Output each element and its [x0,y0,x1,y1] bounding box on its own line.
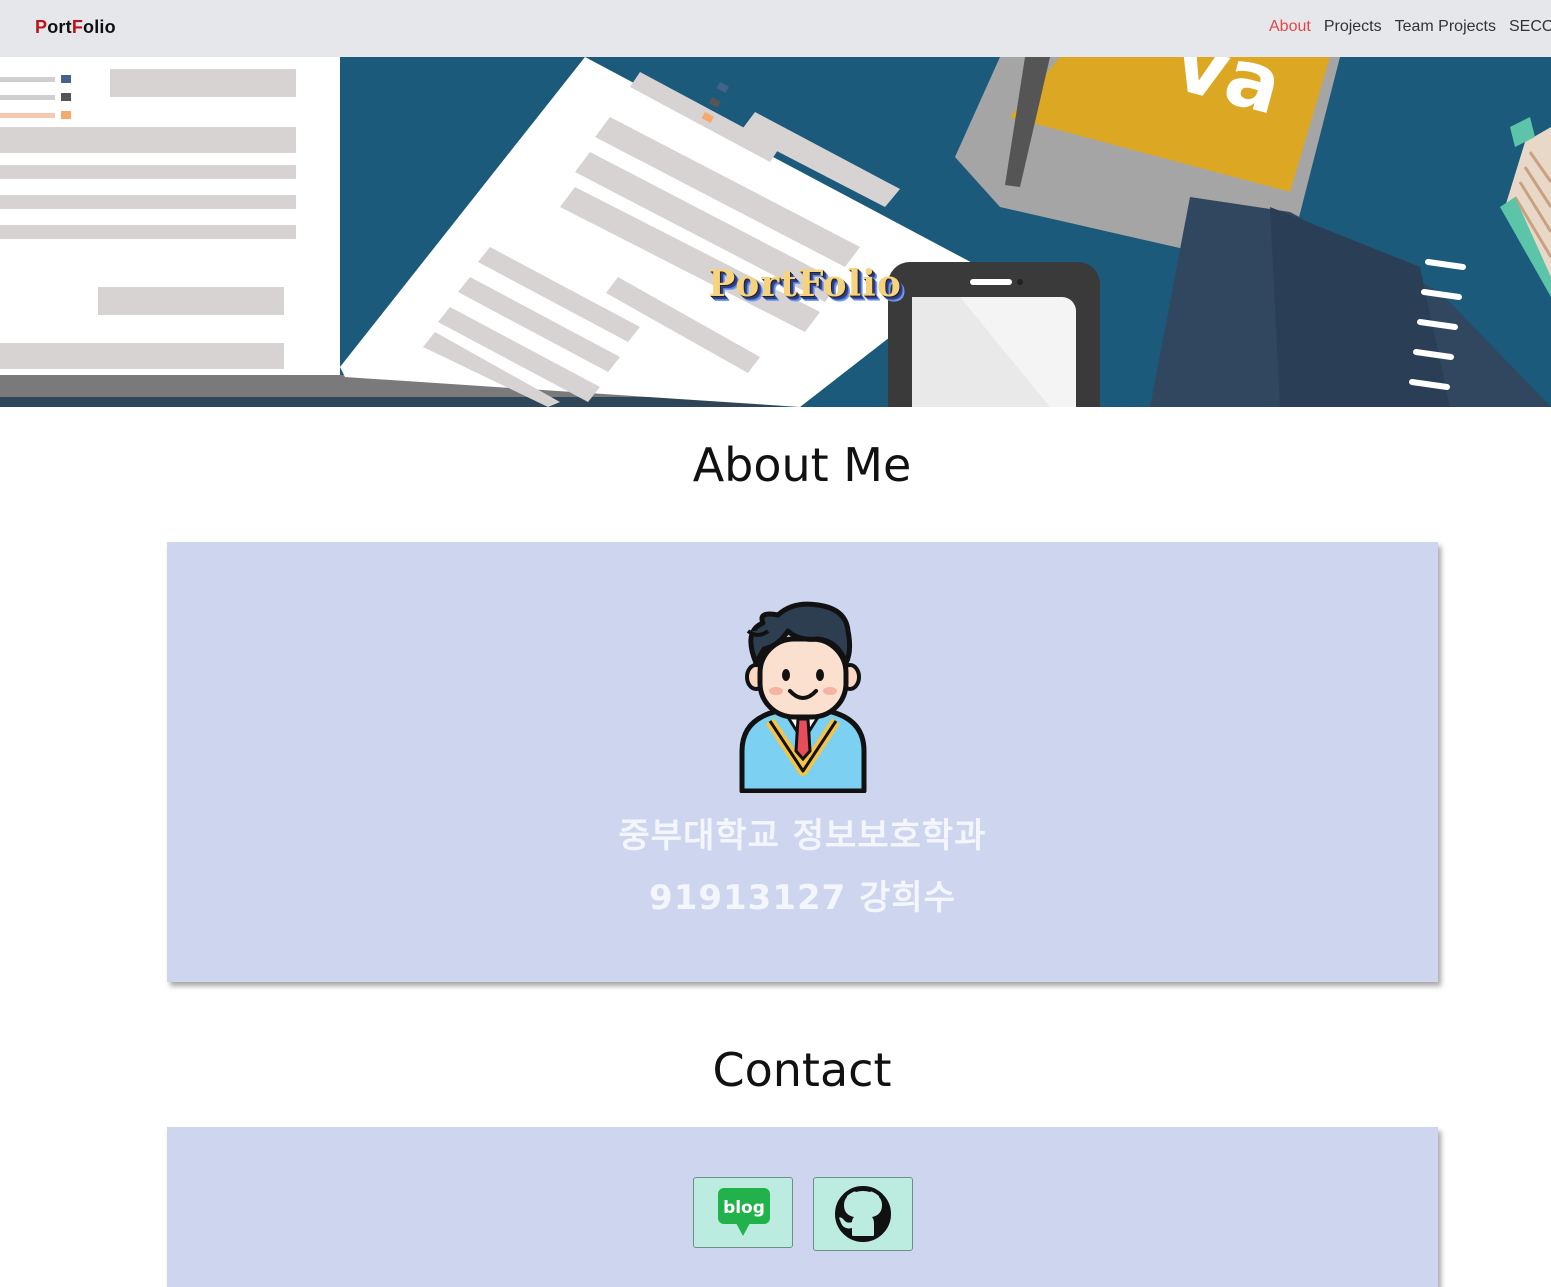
nav-link-about[interactable]: About [1269,18,1311,35]
about-heading: About Me [692,438,912,492]
student-text: 91913127 강희수 [649,878,956,918]
brand-letter-f: F [71,17,84,37]
brand-text-olio: olio [83,17,116,37]
github-icon [835,1186,891,1242]
nav-link-seco[interactable]: SECO [1509,18,1551,35]
school-text: 중부대학교 정보보호학과 [618,816,987,856]
student-avatar-icon [739,601,867,793]
hero-illustration: va [0,57,1551,407]
blog-icon: blog [718,1188,770,1236]
nav-link-projects[interactable]: Projects [1324,18,1382,35]
navbar: PortFolio About Projects Team Projects SECO [0,0,1551,57]
brand-logo[interactable]: PortFolio [35,17,116,38]
hero-title: PortFolio [708,263,902,305]
brand-text-ort: ort [47,17,72,37]
contact-heading: Contact [712,1043,892,1097]
github-button[interactable] [813,1177,913,1251]
blog-button[interactable]: blog [693,1177,793,1248]
blog-icon-label: blog [723,1198,765,1218]
hero-banner: va PortFolio [0,57,1551,407]
nav-links: About Projects Team Projects SECO [1269,18,1551,36]
contact-card: blog [167,1127,1438,1287]
nav-link-team-projects[interactable]: Team Projects [1395,18,1496,35]
brand-letter-p: P [35,17,48,37]
about-card: 중부대학교 정보보호학과 91913127 강희수 [167,542,1438,982]
